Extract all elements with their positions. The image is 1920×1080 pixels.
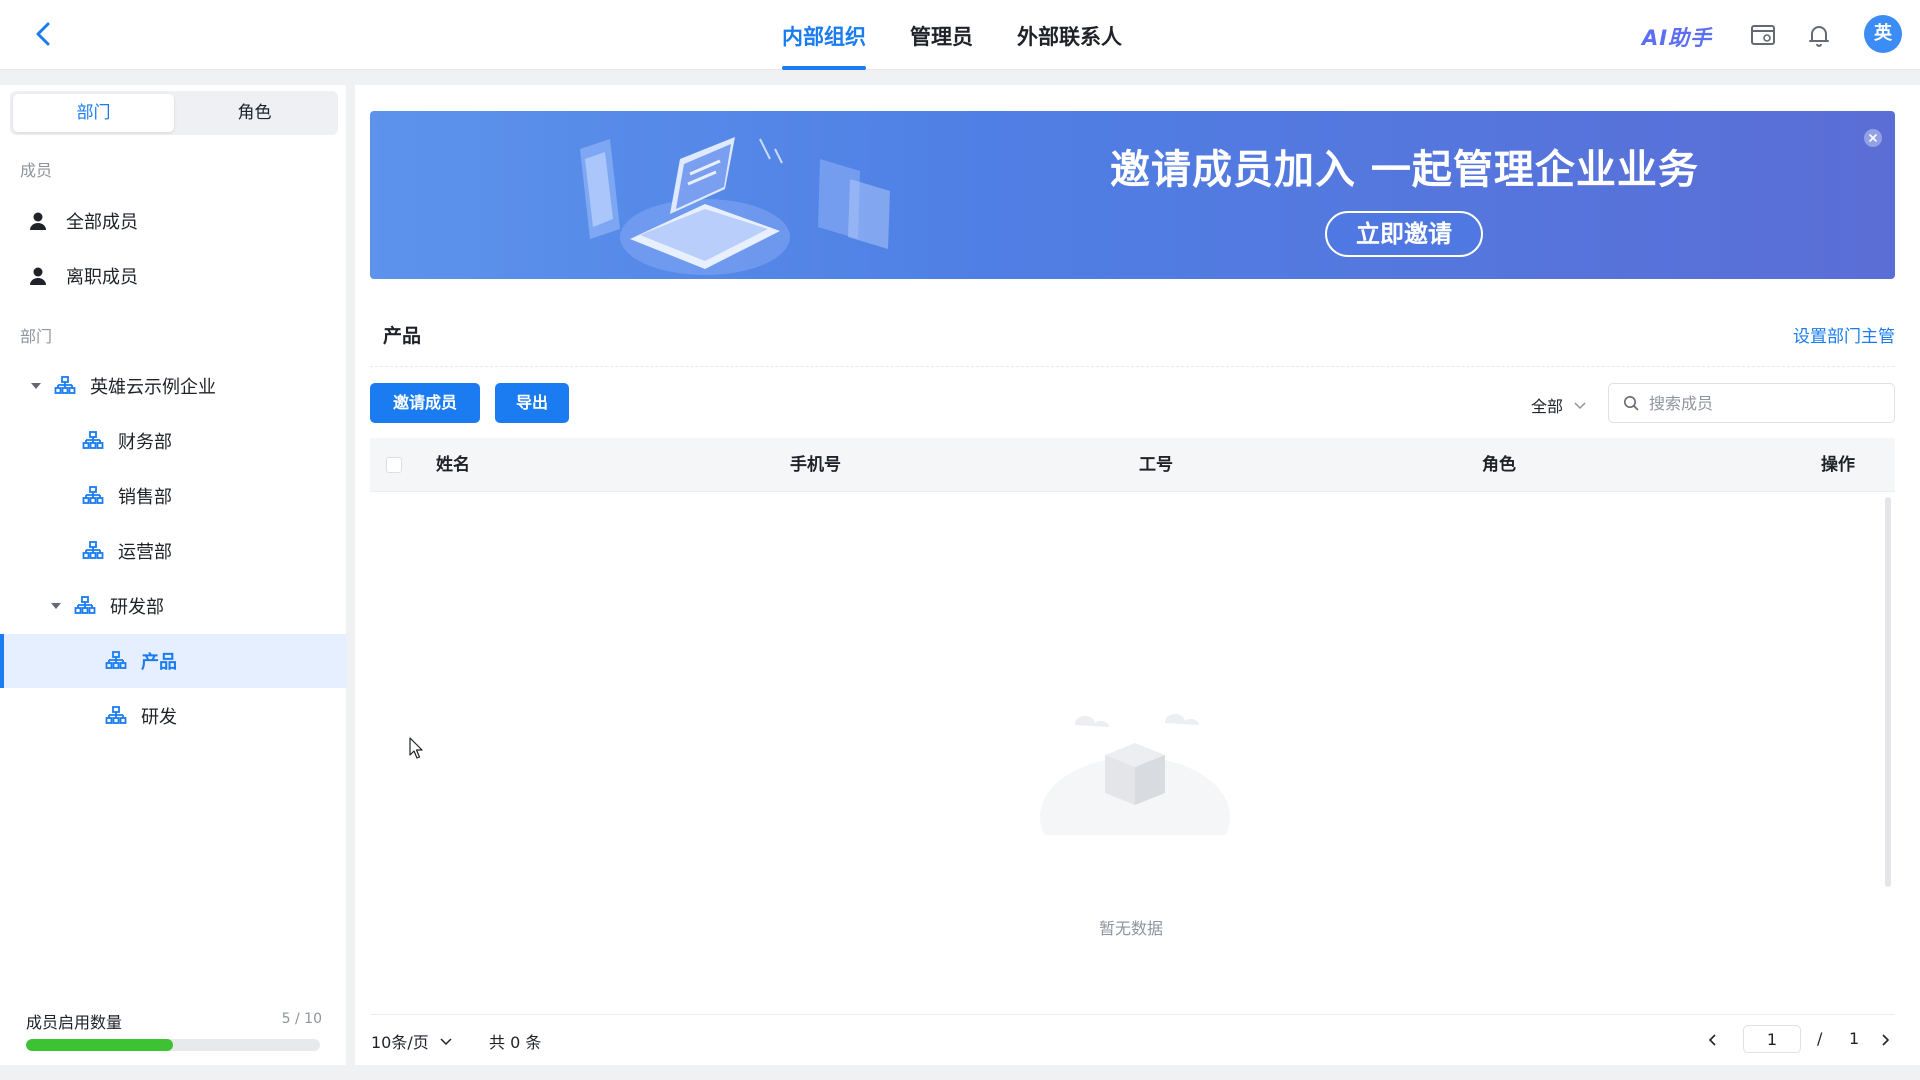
empty-state-text: 暂无数据 xyxy=(1099,919,1164,938)
tree-node-label: 英雄云示例企业 xyxy=(90,377,216,398)
banner-title: 邀请成员加入 一起管理企业业务 xyxy=(1110,147,1699,193)
browser-window-icon[interactable] xyxy=(1748,20,1778,50)
caret-down-icon[interactable] xyxy=(48,598,64,614)
next-page-icon[interactable] xyxy=(1877,1032,1893,1048)
tree-node-dev[interactable]: 研发 xyxy=(0,689,346,743)
search-input[interactable] xyxy=(1649,393,1879,413)
chevron-down-icon xyxy=(1574,402,1586,410)
invite-now-button[interactable]: 立即邀请 xyxy=(1325,211,1483,257)
sidebar-item-label: 离职成员 xyxy=(66,267,138,288)
sidebar: 部门 角色 成员 全部成员 离职成员 部门 英雄云示例企业 财务部 销售部 运营… xyxy=(0,85,346,1065)
tree-node-operations[interactable]: 运营部 xyxy=(0,524,346,578)
laptop-illustration-icon xyxy=(580,137,890,275)
column-role: 角色 xyxy=(1482,455,1516,475)
chevron-down-icon xyxy=(440,1038,452,1046)
tab-external-contacts[interactable]: 外部联系人 xyxy=(995,0,1144,70)
person-icon xyxy=(30,267,46,285)
top-tabs: 内部组织 管理员 外部联系人 xyxy=(760,0,1144,70)
sidebar-item-label: 全部成员 xyxy=(66,212,138,233)
tree-node-rnd[interactable]: 研发部 xyxy=(0,579,346,633)
org-chart-icon xyxy=(82,541,104,559)
empty-box-icon xyxy=(1040,713,1230,835)
org-chart-icon xyxy=(82,486,104,504)
tree-node-label: 财务部 xyxy=(118,432,172,453)
divider xyxy=(370,366,1895,367)
main-panel: 邀请成员加入 一起管理企业业务 立即邀请 产品 设置部门主管 邀请成员 导出 全… xyxy=(355,85,1920,1065)
tree-node-label: 销售部 xyxy=(118,487,172,508)
prev-page-icon[interactable] xyxy=(1705,1032,1721,1048)
total-pages: 1 xyxy=(1849,1029,1860,1048)
page-size-select[interactable]: 10条/页 xyxy=(371,1029,453,1053)
members-section-title: 成员 xyxy=(20,161,53,180)
export-button[interactable]: 导出 xyxy=(495,383,569,423)
segment-role[interactable]: 角色 xyxy=(174,94,335,132)
invite-banner: 邀请成员加入 一起管理企业业务 立即邀请 xyxy=(370,111,1895,279)
select-all-checkbox[interactable] xyxy=(386,457,402,473)
back-arrow-icon[interactable] xyxy=(28,18,60,50)
top-bar: 内部组织 管理员 外部联系人 AI助手 英 xyxy=(0,0,1920,70)
total-count: 共 0 条 xyxy=(489,1033,542,1052)
invite-members-button[interactable]: 邀请成员 xyxy=(370,383,480,423)
search-icon xyxy=(1624,396,1639,411)
footer-divider xyxy=(370,1014,1895,1015)
column-name: 姓名 xyxy=(436,455,470,475)
tab-internal-org[interactable]: 内部组织 xyxy=(760,0,888,70)
status-filter-value: 全部 xyxy=(1531,397,1564,416)
ai-assistant-button[interactable]: AI助手 xyxy=(1642,22,1712,52)
member-quota-progress xyxy=(26,1039,320,1051)
org-chart-icon xyxy=(54,376,76,394)
status-filter-dropdown[interactable]: 全部 xyxy=(1531,393,1587,417)
mouse-cursor-icon xyxy=(409,737,423,759)
current-page-input[interactable] xyxy=(1743,1025,1801,1053)
departments-section-title: 部门 xyxy=(20,327,53,346)
member-quota-count: 5 / 10 xyxy=(281,1011,322,1027)
department-title: 产品 xyxy=(383,325,422,347)
page-separator: / xyxy=(1817,1029,1823,1048)
set-department-head-link[interactable]: 设置部门主管 xyxy=(1793,322,1895,347)
org-chart-icon xyxy=(105,651,127,669)
bell-icon[interactable] xyxy=(1804,20,1834,50)
tree-node-label: 研发部 xyxy=(110,597,164,618)
search-box xyxy=(1608,383,1895,423)
column-employee-id: 工号 xyxy=(1139,455,1173,475)
tree-node-product[interactable]: 产品 xyxy=(0,634,346,688)
table-scrollbar[interactable] xyxy=(1885,497,1891,887)
segment-department[interactable]: 部门 xyxy=(13,94,174,132)
org-chart-icon xyxy=(74,596,96,614)
org-chart-icon xyxy=(105,706,127,724)
close-icon[interactable] xyxy=(1864,129,1882,147)
page-size-value: 10条/页 xyxy=(371,1033,429,1052)
tree-node-sales[interactable]: 销售部 xyxy=(0,469,346,523)
member-quota-progress-fill xyxy=(26,1039,173,1051)
tree-node-label: 产品 xyxy=(141,652,177,673)
tab-admins[interactable]: 管理员 xyxy=(888,0,995,70)
sidebar-item-all-members[interactable]: 全部成员 xyxy=(0,194,346,248)
org-chart-icon xyxy=(82,431,104,449)
member-quota-label: 成员启用数量 xyxy=(26,1013,123,1032)
tree-node-company[interactable]: 英雄云示例企业 xyxy=(0,359,346,413)
avatar[interactable]: 英 xyxy=(1864,15,1902,53)
column-actions: 操作 xyxy=(1821,455,1855,475)
tree-node-label: 运营部 xyxy=(118,542,172,563)
segment-switch: 部门 角色 xyxy=(10,91,338,135)
tree-node-finance[interactable]: 财务部 xyxy=(0,414,346,468)
sidebar-item-resigned-members[interactable]: 离职成员 xyxy=(0,249,346,303)
column-phone: 手机号 xyxy=(790,455,841,475)
tree-node-label: 研发 xyxy=(141,707,177,728)
caret-down-icon[interactable] xyxy=(28,378,44,394)
person-icon xyxy=(30,212,46,230)
table-header: 姓名 手机号 工号 角色 操作 xyxy=(370,438,1895,492)
